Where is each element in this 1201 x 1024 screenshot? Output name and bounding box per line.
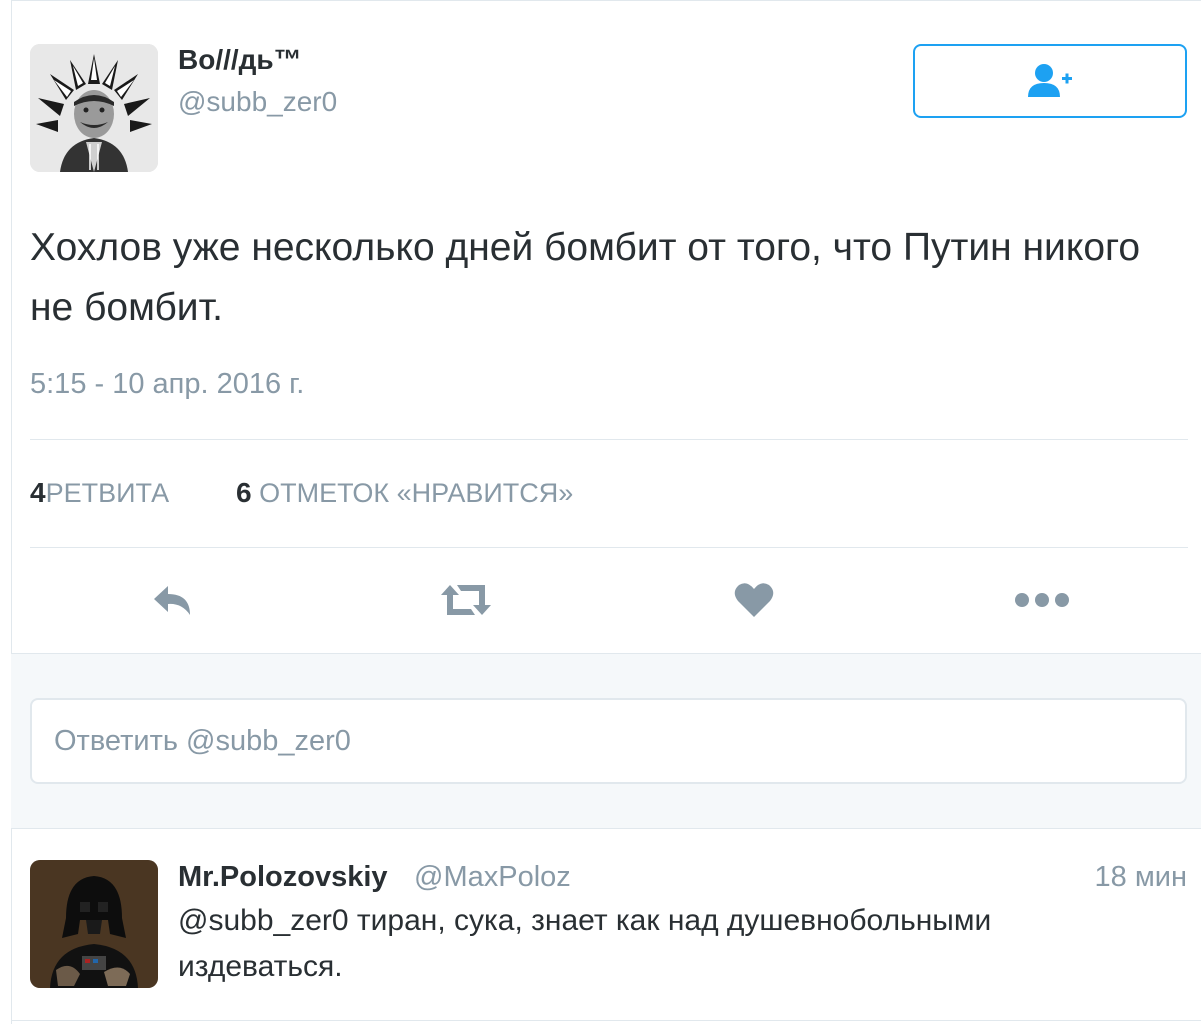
avatar-image bbox=[30, 860, 158, 988]
reply-button[interactable] bbox=[146, 576, 202, 624]
likes-label: ОТМЕТОК «НРАВИТСЯ» bbox=[259, 478, 574, 508]
tweet-text: Хохлов уже несколько дней бомбит от того… bbox=[30, 226, 1141, 329]
retweet-icon bbox=[441, 585, 491, 615]
divider bbox=[11, 1020, 1201, 1021]
tweet-timestamp[interactable]: 5:15 - 10 апр. 2016 г. bbox=[30, 368, 304, 401]
divider bbox=[30, 547, 1188, 548]
retweet-button[interactable] bbox=[436, 576, 496, 624]
retweets-label: РЕТВИТА bbox=[45, 478, 170, 508]
reply-author-name[interactable]: Mr.Polozovskiy bbox=[178, 861, 388, 894]
person-plus-icon bbox=[1028, 64, 1072, 97]
more-dots-icon bbox=[1015, 593, 1069, 607]
like-button[interactable] bbox=[730, 576, 778, 624]
reply-placeholder: Ответить @subb_zer0 bbox=[54, 724, 351, 757]
avatar-image bbox=[30, 44, 158, 172]
author-name[interactable]: Во///дь™ bbox=[178, 44, 302, 76]
reply-text: @subb_zer0 тиран, сука, знает как над ду… bbox=[178, 904, 992, 983]
reply-input[interactable]: Ответить @subb_zer0 bbox=[30, 698, 1187, 784]
more-button[interactable] bbox=[1012, 576, 1072, 624]
author-handle[interactable]: @subb_zer0 bbox=[178, 86, 337, 118]
divider bbox=[30, 439, 1188, 440]
reply-author-avatar[interactable] bbox=[30, 860, 158, 988]
follow-button[interactable] bbox=[913, 44, 1187, 118]
likes-stat[interactable]: 6 ОТМЕТОК «НРАВИТСЯ» bbox=[236, 477, 573, 509]
retweets-stat[interactable]: 4РЕТВИТА bbox=[30, 477, 169, 509]
likes-count: 6 bbox=[236, 477, 252, 508]
retweets-count: 4 bbox=[30, 477, 46, 508]
heart-icon bbox=[734, 583, 774, 617]
author-avatar[interactable] bbox=[30, 44, 158, 172]
reply-author-handle[interactable]: @MaxPoloz bbox=[414, 861, 571, 894]
reply-timestamp[interactable]: 18 мин bbox=[1095, 861, 1187, 894]
reply-icon bbox=[154, 586, 190, 615]
